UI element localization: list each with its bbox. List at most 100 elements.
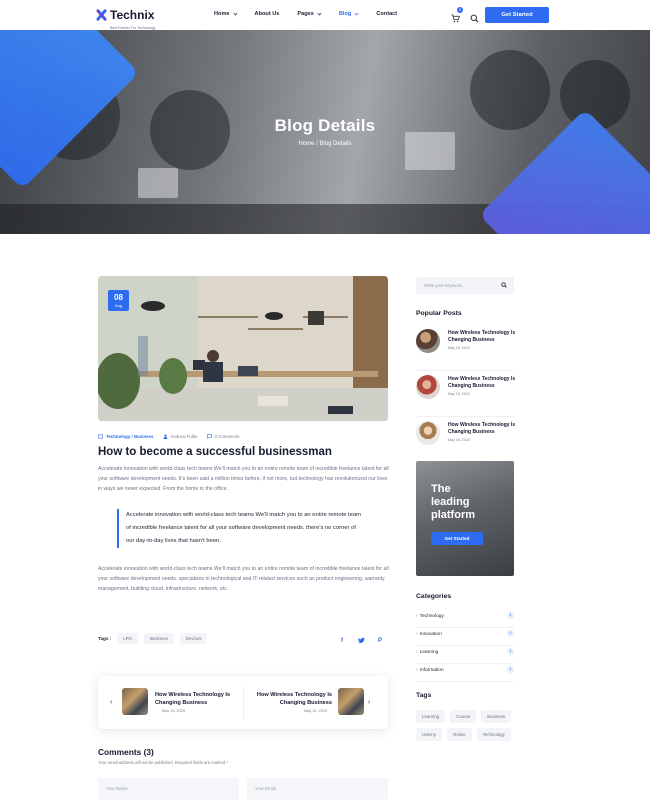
search-placeholder: Write your keyword... (424, 283, 466, 288)
facebook-icon[interactable]: f (338, 637, 346, 645)
folder-icon (98, 434, 103, 439)
meta-author[interactable]: Andrew Fuller (163, 434, 198, 439)
date-badge: 08 Aug (108, 290, 129, 311)
popular-post-item[interactable]: How Wireless Technology Is Changing Busi… (416, 375, 515, 417)
header-search-button[interactable] (470, 10, 479, 23)
nav-home[interactable]: Home (214, 10, 238, 17)
nav-home-label: Home (214, 11, 230, 17)
category-item[interactable]: Technology 1 (416, 610, 514, 628)
tag-chip[interactable]: Business (143, 633, 174, 644)
prev-post-title[interactable]: How Wireless Technology Is Changing Busi… (155, 691, 241, 707)
page-title: Blog Details (274, 116, 376, 135)
nav-blog[interactable]: Blog (338, 10, 359, 17)
promo-banner: The leading platform Get Started (416, 461, 514, 576)
category-item[interactable]: Innovation 1 (416, 628, 514, 646)
user-icon (163, 434, 167, 439)
date-day: 08 (114, 293, 123, 302)
comments-heading: Comments (3) (98, 747, 154, 757)
tag-chip[interactable]: Learning (416, 710, 446, 723)
sidebar-search-input[interactable]: Write your keyword... (416, 277, 514, 294)
chevron-down-icon (317, 10, 322, 16)
popular-post-item[interactable]: How Wireless Technology Is Changing Busi… (416, 329, 515, 371)
search-icon (470, 14, 479, 23)
tag-chip[interactable]: Online (446, 728, 472, 741)
category-label: Innovation (416, 632, 442, 637)
tag-chip[interactable]: Devices (179, 633, 208, 644)
meta-comments[interactable]: 0 Comments (206, 434, 239, 439)
author-name: Andrew Fuller (170, 434, 198, 439)
tag-cloud: Learning Course Business Udemy Online Te… (416, 710, 514, 741)
comment-icon (206, 434, 212, 439)
cart-button[interactable]: 0 (451, 7, 463, 23)
next-post-title[interactable]: How Wireless Technology Is Changing Busi… (250, 691, 332, 707)
promo-headline: The leading platform (431, 483, 475, 522)
post-title: How to become a successful businessman (98, 446, 332, 458)
twitter-icon[interactable] (357, 637, 365, 645)
post-meta: Technology / Business Andrew Fuller 0 Co… (98, 434, 239, 439)
search-icon[interactable] (501, 282, 507, 288)
logo[interactable]: Technix Best Partner For Technology (95, 6, 155, 30)
popular-post-thumbnail (416, 329, 440, 353)
prev-post-date: May 15, 2024 (162, 709, 186, 713)
nav-about-label: About Us (254, 11, 280, 17)
category-count: 1 (507, 648, 514, 655)
meta-categories[interactable]: Technology / Business (98, 434, 154, 439)
nav-pages[interactable]: Pages (297, 10, 322, 17)
brand-name: Technix (110, 8, 155, 22)
featured-image: 08 Aug (98, 276, 388, 421)
tag-chip[interactable]: Technology (476, 728, 511, 741)
category-label: Learning (416, 650, 439, 655)
chevron-down-icon (354, 10, 359, 16)
popular-post-title[interactable]: How Wireless Technology Is Changing Busi… (448, 422, 518, 436)
post-blockquote: Accelerate innovation with world-class t… (117, 509, 363, 548)
banner-laptop-shape (138, 168, 178, 198)
nav-contact[interactable]: Contact (376, 11, 397, 17)
breadcrumb[interactable]: Home / Blog Details (0, 141, 650, 147)
popular-post-thumbnail (416, 421, 440, 445)
get-started-button[interactable]: Get Started (485, 7, 549, 23)
tag-chip[interactable]: Udemy (416, 728, 442, 741)
chevron-down-icon (232, 10, 238, 16)
popular-post-date: May 15, 2024 (448, 392, 470, 396)
popular-post-date: May 15, 2024 (448, 438, 470, 442)
tag-chip[interactable]: Course (450, 710, 477, 723)
categories-heading: Categories (416, 593, 452, 600)
chevron-right-icon[interactable]: › (368, 699, 370, 706)
next-post-date: May 15, 2024 (304, 709, 328, 713)
popular-post-item[interactable]: How Wireless Technology Is Changing Busi… (416, 421, 515, 463)
divider (243, 686, 244, 719)
category-label: Technology (416, 614, 444, 619)
category-item[interactable]: Learning 1 (416, 646, 514, 664)
categories-link[interactable]: Technology / Business (106, 434, 154, 439)
next-post-thumbnail[interactable] (338, 688, 364, 715)
name-field[interactable]: Your Name (98, 778, 239, 800)
promo-line: platform (431, 509, 475, 521)
email-field[interactable]: Your Email (247, 778, 388, 800)
promo-line: leading (431, 496, 470, 508)
promo-get-started-button[interactable]: Get Started (431, 532, 483, 545)
category-count: 1 (507, 666, 514, 673)
popular-post-date: May 15, 2024 (448, 346, 470, 350)
office-illustration (98, 276, 388, 421)
tag-chip[interactable]: LPG (117, 633, 138, 644)
pinterest-icon[interactable]: P (376, 637, 384, 645)
nav-contact-label: Contact (376, 11, 398, 17)
date-month: Aug (114, 303, 123, 308)
category-count: 1 (507, 612, 514, 619)
popular-post-title[interactable]: How Wireless Technology Is Changing Busi… (448, 330, 518, 344)
popular-post-title[interactable]: How Wireless Technology Is Changing Busi… (448, 376, 518, 390)
category-count: 1 (507, 630, 514, 637)
prev-post-thumbnail[interactable] (122, 688, 148, 715)
tag-chip[interactable]: Business (481, 710, 512, 723)
tags-heading: Tags (416, 692, 432, 699)
chevron-left-icon[interactable]: ‹ (110, 699, 112, 706)
category-label: Information (416, 668, 444, 673)
comments-note: Your email address will not be published… (98, 760, 228, 765)
nav-about[interactable]: About Us (255, 11, 280, 17)
cart-icon (451, 14, 460, 23)
logo-icon (95, 8, 108, 22)
banner-laptop-shape (405, 132, 455, 170)
promo-line: The (431, 483, 451, 495)
category-item[interactable]: Information 1 (416, 664, 514, 682)
nav-blog-label: Blog (338, 11, 352, 17)
